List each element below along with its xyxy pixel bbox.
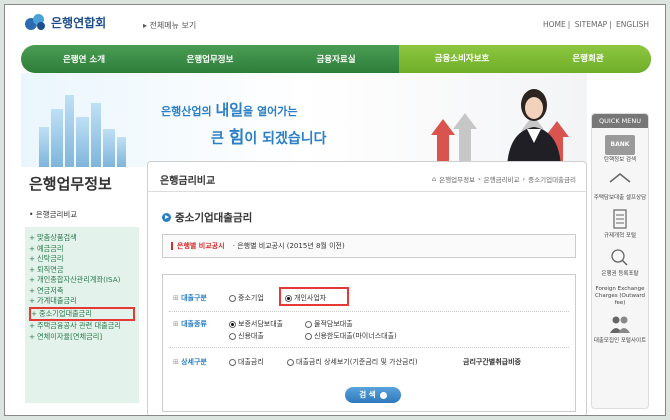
top-links: HOME | SITEMAP | ENGLISH <box>543 20 649 29</box>
radio-collateral-loan[interactable]: 물적담보대출 <box>305 319 353 329</box>
nav-item-library[interactable]: 금융자료실 <box>273 53 399 65</box>
sidebar-title: 은행업무정보 <box>29 175 112 193</box>
document-icon <box>613 209 627 229</box>
radio-button[interactable] <box>229 332 236 340</box>
sitemap-link[interactable]: SITEMAP <box>575 20 607 29</box>
sidebar-item-housing-finance[interactable]: 주택금융공사 관련 대출금리 <box>29 321 135 332</box>
home-link[interactable]: HOME <box>543 20 566 29</box>
home-icon[interactable]: ⌂ <box>432 175 436 183</box>
sidebar-menu: 맞춤상품검색 예금금리 신탁금리 퇴직연금 개인종합자산관리계좌(ISA) 연금… <box>25 227 139 403</box>
banner-slogan-line2: 큰 힘이 되겠습니다 <box>211 128 327 148</box>
highlight-box <box>279 287 349 306</box>
main-content: 은행금리비교 ⌂ 은행업무정보 › 은행금리비교 › 중소기업대출금리 중소기업대출… <box>147 161 587 415</box>
quick-menu-title: QUICK MENU <box>592 114 648 128</box>
search-form: 대출구분 중소기업 개인사업자 대출종류 보증서담보대출 물적담보대출 신용대출… <box>162 274 576 412</box>
loan-kind-label: 대출종류 <box>173 319 207 329</box>
radio-button[interactable] <box>229 320 236 328</box>
radio-loan-rate[interactable]: 대출금리 <box>229 357 264 367</box>
nav-item-bank-hall[interactable]: 은행회관 <box>525 45 651 73</box>
house-icon <box>609 173 631 183</box>
breadcrumb-item: 중소기업대출금리 <box>528 176 576 184</box>
sidebar-item-pension[interactable]: 퇴직연금 <box>29 265 135 276</box>
logo-text: 은행연합회 <box>51 15 107 30</box>
loan-type-label: 대출구분 <box>173 293 207 303</box>
nav-item-consumer-protection[interactable]: 금융소비자보호 <box>399 45 525 73</box>
quick-item-loan-recruiter[interactable]: 대출모집인 포털사이트 <box>592 314 648 345</box>
radio-button[interactable] <box>287 358 294 366</box>
quick-item-mortgage[interactable]: 주택담보대출 셀프상담 <box>592 171 648 202</box>
quick-menu: QUICK MENU BANK 탄핵정보 검색 주택담보대출 셀프상담 규제개혁… <box>591 113 649 409</box>
sidebar-item-pension-savings[interactable]: 연금저축 <box>29 286 135 297</box>
sidebar-item-deposit-rate[interactable]: 예금금리 <box>29 244 135 255</box>
nav-item-banking-info[interactable]: 은행업무정보 <box>147 53 273 65</box>
tab-bank-comparison-before-2015[interactable]: · 은행별 비교공시 (2015년 8월 이전) <box>233 242 345 250</box>
content-header: 은행금리비교 ⌂ 은행업무정보 › 은행금리비교 › 중소기업대출금리 <box>148 162 586 192</box>
sidebar-item-sme-loan[interactable]: 중소기업대출금리 <box>29 306 135 321</box>
radio-guarantee-loan[interactable]: 보증서담보대출 <box>229 319 283 329</box>
sidebar-item-overdue-rate[interactable]: 연체이자율[연체금리] <box>29 332 135 343</box>
people-icon <box>610 316 630 333</box>
divider <box>169 347 569 348</box>
banner-slogan-line1: 은행산업의 내일을 열어가는 <box>161 101 298 119</box>
breadcrumb: ⌂ 은행업무정보 › 은행금리비교 › 중소기업대출금리 <box>432 174 576 184</box>
page-title: 은행금리비교 <box>160 176 216 187</box>
quick-item-registration[interactable]: 은행권 등록포탈 <box>592 247 648 278</box>
radio-button[interactable] <box>229 358 236 366</box>
radio-button[interactable] <box>305 332 312 340</box>
radio-credit-loan[interactable]: 신용대출 <box>229 331 264 341</box>
radio-button[interactable] <box>229 294 236 302</box>
logo-mark-icon <box>25 13 47 31</box>
quick-item-regulation[interactable]: 규제개혁 포털 <box>592 209 648 240</box>
quick-item-foreign-exchange[interactable]: Foreign Exchange Charges (Outward fee) <box>592 286 648 307</box>
radio-button[interactable] <box>305 320 312 328</box>
disclosure-tabs: 은행별 비교공시 · 은행별 비교공시 (2015년 8월 이전) <box>162 234 576 258</box>
businesswoman-icon <box>507 89 561 167</box>
arrow-circle-icon <box>379 391 387 399</box>
sidebar-item-household-loan[interactable]: 가계대출금리 <box>29 296 135 307</box>
sidebar-item-trust-rate[interactable]: 신탁금리 <box>29 254 135 265</box>
detail-type-label: 상세구분 <box>173 357 207 367</box>
section-title: 중소기업대출금리 <box>162 210 252 225</box>
search-person-icon <box>611 249 628 266</box>
nav-item-about[interactable]: 은행연 소개 <box>21 53 147 65</box>
main-nav: 은행연 소개 은행업무정보 금융자료실 금융소비자보호 은행회관 <box>21 45 651 73</box>
city-skyline-icon <box>35 91 127 167</box>
bank-icon: BANK <box>605 135 635 155</box>
sidebar-item-isa[interactable]: 개인종합자산관리계좌(ISA) <box>29 275 135 286</box>
english-link[interactable]: ENGLISH <box>616 20 649 29</box>
divider <box>169 311 569 312</box>
breadcrumb-item[interactable]: 은행업무정보 <box>439 174 475 184</box>
search-button[interactable]: 검 색 <box>345 387 401 403</box>
radio-loan-rate-detail[interactable]: 대출금리 상세보기(기준금리 및 가산금리) <box>287 357 418 367</box>
browser-frame: 은행연합회 ▸ 전체메뉴 보기 HOME | SITEMAP | ENGLISH 은… <box>4 4 666 416</box>
rate-range-share-label[interactable]: 금리구간별취급비중 <box>463 357 521 367</box>
sidebar-subtitle[interactable]: • 은행금리비교 <box>29 209 77 220</box>
play-circle-icon <box>162 213 171 222</box>
hero-banner: 은행산업의 내일을 열어가는 큰 힘이 되겠습니다 <box>21 73 587 167</box>
breadcrumb-item[interactable]: 은행금리비교 <box>484 174 520 184</box>
sidebar-item-custom-search[interactable]: 맞춤상품검색 <box>29 233 135 244</box>
all-menu-link[interactable]: ▸ 전체메뉴 보기 <box>143 20 196 31</box>
radio-credit-line-loan[interactable]: 신용한도대출(마이너스대출) <box>305 331 397 341</box>
top-bar: 은행연합회 ▸ 전체메뉴 보기 HOME | SITEMAP | ENGLISH <box>5 5 665 41</box>
tab-bank-comparison[interactable]: 은행별 비교공시 <box>171 242 225 250</box>
site-logo[interactable]: 은행연합회 <box>25 13 106 31</box>
quick-item-bank[interactable]: BANK 탄핵정보 검색 <box>592 135 648 164</box>
radio-sme[interactable]: 중소기업 <box>229 293 264 303</box>
